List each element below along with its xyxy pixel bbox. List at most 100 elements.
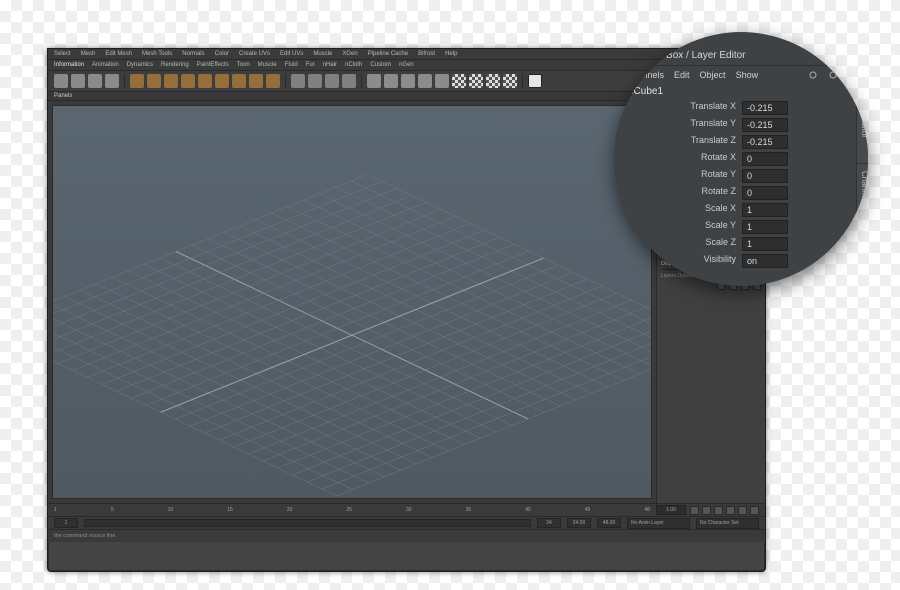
selected-object-name[interactable]: pCube1 [626, 82, 858, 101]
shelf-icon[interactable] [266, 74, 280, 88]
current-frame-field[interactable]: 1.00 [656, 505, 686, 515]
shelf-icon[interactable] [198, 74, 212, 88]
main-menu-item[interactable]: Pipeline Cache [368, 51, 408, 57]
channel-attr-label: Translate Z [650, 135, 738, 149]
shelf-icon[interactable] [147, 74, 161, 88]
shelf-tab[interactable]: Muscle [258, 62, 277, 68]
timeline-tick: 48 [644, 507, 650, 513]
shelf-icon[interactable] [401, 74, 415, 88]
channel-attr-field[interactable]: on [742, 254, 788, 268]
channel-box-menu-item[interactable]: Show [736, 70, 759, 80]
shelf-separator [124, 74, 125, 88]
step-back-button[interactable] [702, 506, 711, 515]
main-menu-item[interactable]: Mesh [81, 51, 96, 57]
shelf-icon[interactable] [54, 74, 68, 88]
shelf-tab[interactable]: Rendering [161, 62, 189, 68]
shelf-icon[interactable] [435, 74, 449, 88]
channel-box-menu-item[interactable]: Edit [674, 70, 690, 80]
channel-attr-field[interactable]: 1 [742, 203, 788, 217]
channel-attr-label: Translate X [650, 101, 738, 115]
shelf-tab[interactable]: Fluid [285, 62, 298, 68]
main-menu-item[interactable]: Muscle [313, 51, 332, 57]
shelf-icon-checker[interactable] [486, 74, 500, 88]
manip-icon[interactable] [808, 70, 818, 80]
channel-attr-field[interactable]: 1 [742, 237, 788, 251]
shelf-icon[interactable] [342, 74, 356, 88]
channel-box-menu-item[interactable]: Object [700, 70, 726, 80]
forward-end-button[interactable] [750, 506, 759, 515]
channel-attr-label: Rotate Z [650, 186, 738, 200]
main-menu-item[interactable]: Help [445, 51, 457, 57]
shelf-tab[interactable]: Dynamics [127, 62, 153, 68]
shelf-icon[interactable] [88, 74, 102, 88]
main-menu-item[interactable]: XGen [342, 51, 357, 57]
shelf-tab[interactable]: Information [54, 62, 84, 68]
sync-icon[interactable] [828, 70, 838, 80]
main-menu-item[interactable]: Color [215, 51, 229, 57]
shelf-icon[interactable] [291, 74, 305, 88]
shelf-icon[interactable] [528, 74, 542, 88]
channel-attr-field[interactable]: 0 [742, 152, 788, 166]
channel-box-menu-item[interactable]: Channels [626, 70, 664, 80]
main-menu-item[interactable]: Edit UVs [280, 51, 303, 57]
panels-label[interactable]: Panels [54, 93, 72, 99]
shelf-tab[interactable]: PaintEffects [197, 62, 229, 68]
shelf-icon[interactable] [249, 74, 263, 88]
main-menu-item[interactable]: Bifrost [418, 51, 435, 57]
main-menu-item[interactable]: Normals [182, 51, 204, 57]
shelf-separator [361, 74, 362, 88]
channel-attr-field[interactable]: -0.215 [742, 135, 788, 149]
shelf-icon-checker[interactable] [452, 74, 466, 88]
shelf-icon[interactable] [384, 74, 398, 88]
range-end-out-field[interactable]: 48.00 [597, 518, 621, 528]
shelf-icon[interactable] [130, 74, 144, 88]
channel-attr-field[interactable]: -0.215 [742, 118, 788, 132]
shelf-tab[interactable]: nCloth [345, 62, 362, 68]
anim-layer-dropdown[interactable]: No Anim Layer [627, 518, 690, 529]
shelf-icon[interactable] [308, 74, 322, 88]
viewport-3d[interactable] [52, 105, 652, 499]
step-forward-button[interactable] [738, 506, 747, 515]
channel-attr-field[interactable]: 0 [742, 169, 788, 183]
channel-attr-label: Visibility [650, 254, 738, 268]
shelf-tab[interactable]: Animation [92, 62, 119, 68]
channel-attr-field[interactable]: 0 [742, 186, 788, 200]
main-menu-item[interactable]: Select [54, 51, 71, 57]
channel-attr-field[interactable]: 1 [742, 220, 788, 234]
shelf-icon[interactable] [181, 74, 195, 88]
range-end-in-field[interactable]: 24 [537, 518, 561, 528]
main-menu-item[interactable]: Edit Mesh [105, 51, 132, 57]
shelf-icon[interactable] [418, 74, 432, 88]
command-line-hint[interactable]: the command source line [54, 533, 759, 539]
range-start-field[interactable]: 1 [54, 518, 78, 528]
range-slider[interactable] [84, 519, 531, 527]
shelf-tab[interactable]: Custom [370, 62, 391, 68]
shelf-icon[interactable] [232, 74, 246, 88]
shelf-tab[interactable]: nGen [399, 62, 414, 68]
shelf-icon-checker[interactable] [469, 74, 483, 88]
channel-attr-field[interactable]: -0.215 [742, 101, 788, 115]
shelf-icon[interactable] [367, 74, 381, 88]
shelf-icon-checker[interactable] [503, 74, 517, 88]
shelf-icon[interactable] [105, 74, 119, 88]
shelf-tab[interactable]: Toon [237, 62, 250, 68]
range-start-out-field[interactable]: 24.00 [567, 518, 591, 528]
shelf-icon[interactable] [215, 74, 229, 88]
shelf-tab[interactable]: nHair [323, 62, 337, 68]
play-back-button[interactable] [714, 506, 723, 515]
shelf-icon[interactable] [164, 74, 178, 88]
main-menu-item[interactable]: Mesh Tools [142, 51, 172, 57]
play-forward-button[interactable] [726, 506, 735, 515]
layer-icon[interactable] [848, 70, 858, 80]
character-set-dropdown[interactable]: No Character Set [696, 518, 759, 529]
shelf-tab[interactable]: Fur [306, 62, 315, 68]
rewind-start-button[interactable] [690, 506, 699, 515]
channel-attr-label: Scale X [650, 203, 738, 217]
main-menu-item[interactable]: Create UVs [239, 51, 270, 57]
time-slider[interactable]: 15101520253035404548 1.00 [48, 503, 765, 516]
undock-icon[interactable] [838, 52, 846, 60]
close-icon[interactable] [850, 52, 858, 60]
shelf-icon[interactable] [71, 74, 85, 88]
timeline-tick: 25 [346, 507, 352, 513]
shelf-icon[interactable] [325, 74, 339, 88]
